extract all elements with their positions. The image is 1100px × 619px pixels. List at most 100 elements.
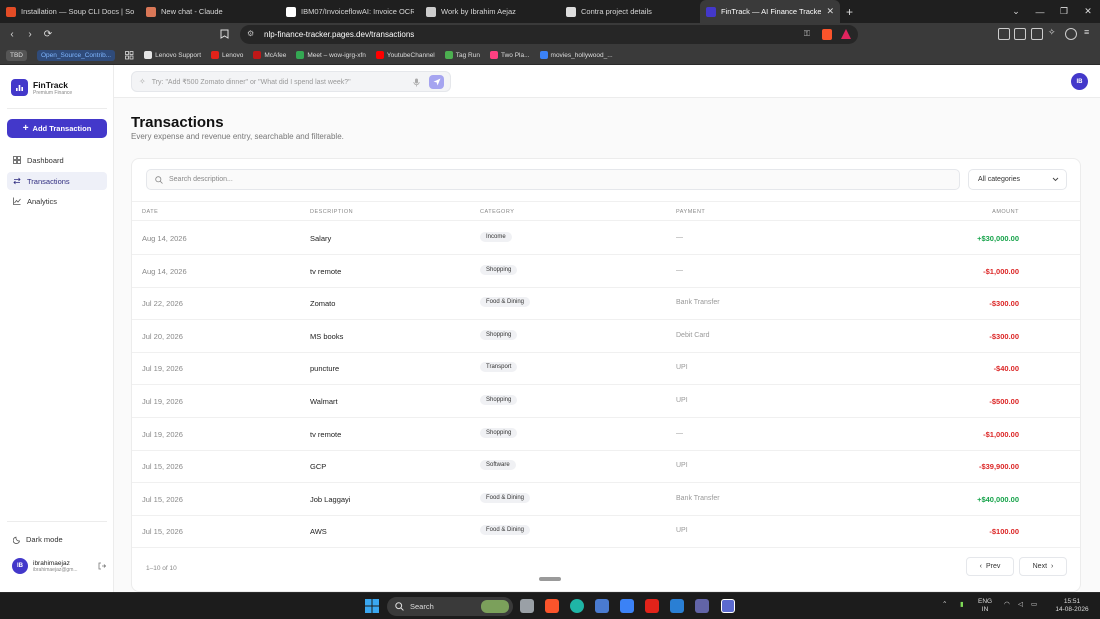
sidebar-item-dashboard[interactable]: Dashboard <box>7 151 107 169</box>
battery-icon[interactable]: ▭ <box>1031 601 1037 609</box>
browser-tab[interactable]: Work by Ibrahim Aejaz <box>420 0 560 23</box>
table-row[interactable]: Jul 19, 2026 Walmart Shopping UPI -$500.00 <box>132 385 1080 418</box>
next-label: Next <box>1032 563 1048 570</box>
browser-tab[interactable]: Installation — Soup CLI Docs | Soup <box>0 0 140 23</box>
category-filter-select[interactable]: All categories <box>968 169 1067 190</box>
row-payment: — <box>676 429 683 437</box>
wallet-icon[interactable] <box>1031 28 1043 40</box>
send-button[interactable] <box>429 75 444 89</box>
table-row[interactable]: Aug 14, 2026 Salary Income — +$30,000.00 <box>132 222 1080 255</box>
notes-app-icon[interactable] <box>620 599 634 613</box>
address-bar[interactable]: ⚙ nlp-finance-tracker.pages.dev/transact… <box>240 25 858 44</box>
tab-favicon-icon <box>6 6 16 17</box>
back-button[interactable]: ‹ <box>3 29 21 40</box>
password-key-icon[interactable]: ⚿ <box>804 29 810 39</box>
next-page-button[interactable]: Next › <box>1019 557 1067 576</box>
browser-tab[interactable]: New chat - Claude <box>140 0 280 23</box>
forward-button[interactable]: › <box>21 29 39 40</box>
logout-icon[interactable] <box>98 562 106 570</box>
extensions-icon[interactable] <box>998 28 1010 40</box>
table-row[interactable]: Jul 15, 2026 GCP Software UPI -$39,900.00 <box>132 450 1080 484</box>
table-row[interactable]: Jul 20, 2026 MS books Shopping Debit Card -$… <box>132 320 1080 353</box>
leo-ai-icon[interactable]: ✧ <box>1048 27 1060 39</box>
prev-page-button[interactable]: ‹ Prev <box>966 557 1014 576</box>
ai-command-input[interactable]: ✧ Try: "Add ₹500 Zomato dinner" or "What… <box>131 71 451 92</box>
browser-tab[interactable]: IBM07/InvoiceflowAI: Invoice OCR o <box>280 0 420 23</box>
add-transaction-button[interactable]: + Add Transaction <box>7 119 107 138</box>
table-row[interactable]: Jul 15, 2026 Job Laggayi Food & Dining Bank… <box>132 483 1080 516</box>
store-icon[interactable] <box>595 599 609 613</box>
bookmark-label: movies_hollywood_... <box>550 51 613 59</box>
reload-button[interactable]: ⟳ <box>39 29 57 40</box>
browser-tab[interactable]: Contra project details <box>560 0 700 23</box>
table-row[interactable]: Jul 19, 2026 puncture Transport UPI -$40.00 <box>132 352 1080 386</box>
vscode-icon[interactable] <box>670 599 684 613</box>
bookmark-icon[interactable] <box>220 29 238 39</box>
user-email: ibrahimaejaz@gm... <box>33 566 78 573</box>
scroll-handle[interactable] <box>539 577 561 581</box>
row-amount: -$100.00 <box>989 527 1019 537</box>
tab-title: FinTrack — AI Finance Tracker <box>721 7 822 16</box>
apps-grid-icon[interactable] <box>125 50 134 60</box>
close-window-button[interactable]: ✕ <box>1076 6 1100 17</box>
menu-icon[interactable]: ≡ <box>1084 27 1096 39</box>
sidebar-item-transactions[interactable]: Transactions <box>7 172 107 190</box>
language-indicator[interactable]: ENG IN <box>978 598 992 614</box>
avatar[interactable]: IB <box>1071 73 1088 90</box>
new-tab-button[interactable]: + <box>846 5 853 19</box>
table-row[interactable]: Jul 19, 2026 tv remote Shopping — -$1,000.00 <box>132 418 1080 451</box>
bookmark-favicon-icon <box>444 51 453 59</box>
volume-icon[interactable]: ◁ <box>1018 601 1023 609</box>
sidebar-toggle-icon[interactable] <box>1014 28 1026 40</box>
search-input[interactable]: Search description... <box>146 169 960 190</box>
moon-icon <box>13 536 21 544</box>
sidebar-item-analytics[interactable]: Analytics <box>7 192 107 210</box>
tab-search-icon[interactable]: ⌄ <box>1004 6 1028 17</box>
bookmark-item[interactable]: Lenovo <box>211 51 243 59</box>
row-description: MS books <box>310 331 344 341</box>
active-app-icon[interactable] <box>721 599 735 613</box>
bookmark-item[interactable]: Open_Source_Contrib... <box>37 49 116 61</box>
edge-browser-icon[interactable] <box>570 599 584 613</box>
bookmark-item[interactable]: Tag Run <box>444 51 480 59</box>
user-profile[interactable]: IB ibrahimaejaz ibrahimaejaz@gm... <box>12 558 106 574</box>
clock[interactable]: 15:51 14-08-2026 <box>1052 598 1092 614</box>
nvidia-icon[interactable]: ▮ <box>960 601 964 609</box>
brave-rewards-icon[interactable] <box>841 29 851 39</box>
maximize-button[interactable]: ❐ <box>1052 6 1076 17</box>
taskbar-search[interactable]: Search <box>387 597 513 616</box>
row-date: Aug 14, 2026 <box>142 234 187 243</box>
browser-tab[interactable]: FinTrack — AI Finance Tracker ✕ <box>700 0 840 23</box>
task-view-icon[interactable] <box>520 599 534 613</box>
bookmark-item[interactable]: Lenovo Support <box>144 51 201 59</box>
brave-browser-icon[interactable] <box>545 599 559 613</box>
lenovo-app-icon[interactable] <box>645 599 659 613</box>
bookmark-item[interactable]: Meet – wow-igrg-xfn <box>296 51 366 59</box>
vpn-icon[interactable] <box>1065 28 1077 40</box>
windows-start-icon[interactable] <box>365 599 379 613</box>
brand-name: FinTrack <box>33 79 68 90</box>
table-row[interactable]: Aug 14, 2026 tv remote Shopping — -$1,000.00 <box>132 255 1080 288</box>
wifi-icon[interactable]: ◠ <box>1004 601 1010 609</box>
bookmark-item[interactable]: YoutubeChannel <box>375 51 435 59</box>
bookmark-item[interactable]: movies_hollywood_... <box>539 51 613 59</box>
minimize-button[interactable]: — <box>1028 7 1052 17</box>
close-tab-icon[interactable]: ✕ <box>826 6 834 17</box>
bookmark-item[interactable]: McAfee <box>253 51 286 59</box>
main-content: Transactions Every expense and revenue e… <box>114 98 1100 592</box>
table-row[interactable]: Jul 15, 2026 AWS Food & Dining UPI -$100.00 <box>132 515 1080 549</box>
chevron-up-icon[interactable]: ⌃ <box>942 601 947 609</box>
teams-icon[interactable] <box>695 599 709 613</box>
site-info-icon[interactable]: ⚙ <box>247 29 254 38</box>
grid-icon <box>13 156 21 164</box>
bookmark-item[interactable]: Two Pla... <box>489 51 530 59</box>
microphone-icon[interactable] <box>413 78 420 87</box>
table-row[interactable]: Jul 22, 2026 Zomato Food & Dining Bank Tran… <box>132 287 1080 321</box>
row-amount: -$300.00 <box>989 299 1019 309</box>
prev-label: Prev <box>985 563 1001 570</box>
brave-shield-icon[interactable] <box>822 29 832 40</box>
dark-mode-toggle[interactable]: Dark mode <box>13 535 63 544</box>
brand[interactable]: FinTrack Premium Finance <box>11 79 72 96</box>
bookmark-item[interactable]: TBD <box>6 49 27 61</box>
bookmark-favicon-icon <box>375 51 384 59</box>
